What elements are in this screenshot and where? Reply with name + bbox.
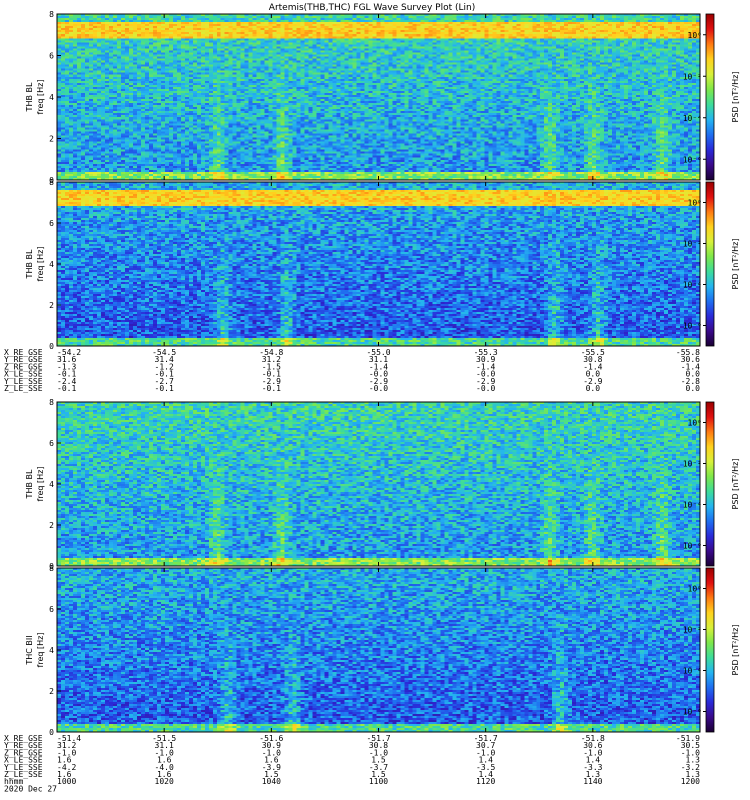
colorbar-tick-label: 10⁻⁶	[683, 322, 702, 331]
ephem-thc-cell: 1140	[583, 777, 602, 786]
colorbar-tick-label: 10⁰	[688, 199, 702, 208]
thc-bll-panel-raster	[57, 568, 700, 732]
ytick-label: 6	[49, 605, 54, 614]
ytick-label: 8	[49, 398, 54, 407]
colorbar	[705, 401, 715, 567]
colorbar-label: PSD [nT²/Hz]	[731, 625, 740, 676]
ytick-label: 2	[49, 135, 54, 144]
colorbar-tick-label: 10⁻⁴	[683, 114, 702, 123]
colorbar	[705, 181, 715, 347]
colorbar-tick-label: 10⁻²	[683, 460, 702, 469]
thb-bl-lower-panel-raster	[57, 402, 700, 566]
colorbar-tick-label: 10⁻⁶	[683, 708, 702, 717]
colorbar-tick-label: 10⁻⁶	[683, 155, 702, 164]
colorbar-tick-label: 10⁻²	[683, 626, 702, 635]
ytick-label: 2	[49, 521, 54, 530]
panel-yunits: freq [Hz]	[36, 80, 45, 115]
ephem-thb-cell: 0.0	[586, 384, 601, 393]
thb-bl-panel-raster	[57, 14, 700, 180]
colorbar-label: PSD [nT²/Hz]	[731, 72, 740, 123]
ytick-label: 2	[49, 301, 54, 310]
panel-yunits: freq [Hz]	[36, 633, 45, 668]
figure-title: Artemis(THB,THC) FGL Wave Survey Plot (L…	[269, 3, 475, 13]
ytick-label: 0	[49, 342, 54, 351]
ytick-label: 6	[49, 219, 54, 228]
ytick-label: 0	[49, 728, 54, 737]
panel-ylabel: THB BL	[25, 469, 34, 499]
colorbar-tick-label: 10⁻²	[683, 72, 702, 81]
ephem-thb-cell: -0.0	[369, 384, 388, 393]
ytick-label: 4	[49, 260, 54, 269]
ytick-label: 2	[49, 687, 54, 696]
ephem-thc-cell: 1040	[262, 777, 281, 786]
ephem-thc-row-label: 2020 Dec 27	[4, 784, 57, 793]
panel-ylabel: THB BL	[25, 82, 34, 112]
panel-yunits: freq [Hz]	[36, 467, 45, 502]
colorbar	[705, 13, 715, 181]
panel-yunits: freq [Hz]	[36, 247, 45, 282]
ephem-thc-cell: 1000	[57, 777, 76, 786]
ephem-thb-row-label: Z_LE_SSE	[4, 384, 43, 393]
ytick-label: 8	[49, 564, 54, 573]
spectrogram-figure: Artemis(THB,THC) FGL Wave Survey Plot (L…	[4, 3, 740, 793]
ephem-thb-cell: -0.1	[262, 384, 281, 393]
ytick-label: 6	[49, 439, 54, 448]
ephem-thc-cell: 1100	[369, 777, 388, 786]
panel-ylabel: THC BII	[25, 635, 34, 665]
ephem-thc-cell: 1120	[476, 777, 495, 786]
ephem-thc-cell: 1200	[681, 777, 700, 786]
ytick-label: 6	[49, 52, 54, 61]
colorbar	[705, 567, 715, 733]
ephem-thb-cell: -0.0	[476, 384, 495, 393]
colorbar-tick-label: 10⁰	[688, 31, 702, 40]
colorbar-tick-label: 10⁻⁴	[683, 281, 702, 290]
colorbar-label: PSD [nT²/Hz]	[731, 239, 740, 290]
ytick-label: 4	[49, 93, 54, 102]
colorbar-label: PSD [nT²/Hz]	[731, 459, 740, 510]
ephem-thb-cell: 0.0	[686, 384, 701, 393]
colorbar-tick-label: 10⁰	[688, 419, 702, 428]
panel-ylabel: THB BL	[25, 249, 34, 279]
colorbar-tick-label: 10⁻²	[683, 240, 702, 249]
ephem-thc-cell: 1020	[155, 777, 174, 786]
thb-bl2-panel-raster	[57, 182, 700, 346]
colorbar-tick-label: 10⁻⁴	[683, 667, 702, 676]
colorbar-tick-label: 10⁻⁴	[683, 501, 702, 510]
ytick-label: 4	[49, 646, 54, 655]
colorbar-tick-label: 10⁰	[688, 585, 702, 594]
colorbar-tick-label: 10⁻⁶	[683, 542, 702, 551]
ytick-label: 8	[49, 10, 54, 19]
ephem-thb-cell: -0.1	[155, 384, 174, 393]
ytick-label: 4	[49, 480, 54, 489]
ephem-thb-cell: -0.1	[57, 384, 76, 393]
ytick-label: 8	[49, 178, 54, 187]
